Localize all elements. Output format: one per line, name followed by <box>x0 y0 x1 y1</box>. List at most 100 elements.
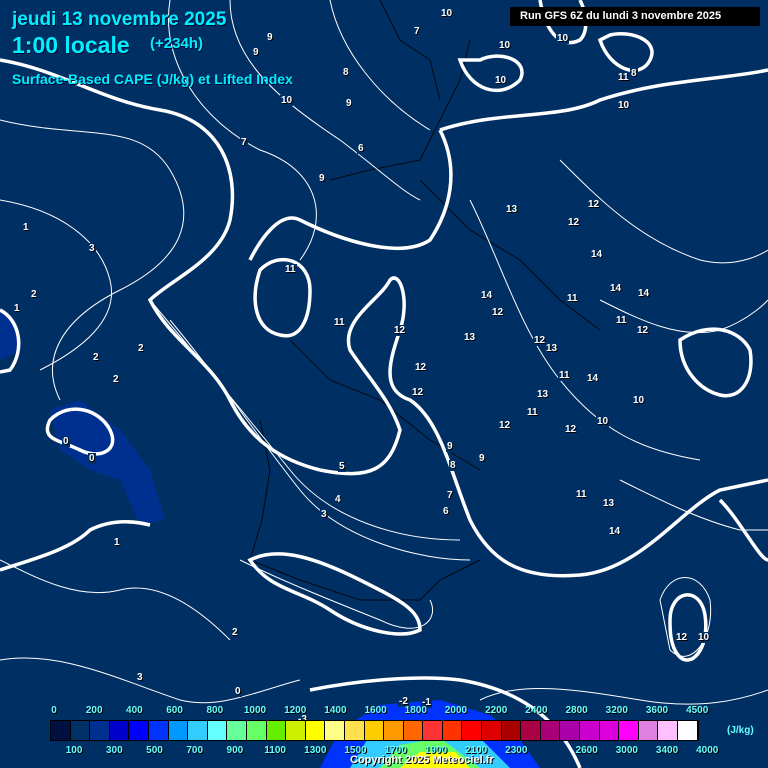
lifted-index-label: 7 <box>446 490 454 501</box>
legend-label-bottom: 3000 <box>615 745 638 756</box>
lifted-index-label: 2 <box>137 343 145 354</box>
lifted-index-label: 7 <box>240 137 248 148</box>
lifted-index-label: 10 <box>280 95 294 106</box>
lifted-index-label: 9 <box>252 47 260 58</box>
lifted-index-label: 9 <box>478 453 486 464</box>
lifted-index-label: 10 <box>556 33 570 44</box>
legend-swatch <box>678 721 698 740</box>
legend-swatch <box>129 721 149 740</box>
legend-swatch <box>246 721 267 740</box>
legend-label-bottom: 900 <box>226 745 244 756</box>
legend-label-top: 2200 <box>485 705 508 716</box>
legend-label-top: 1800 <box>404 705 427 716</box>
lifted-index-label: 2 <box>231 627 239 638</box>
lifted-index-label: 9 <box>266 32 274 43</box>
legend-label-top: 1200 <box>284 705 307 716</box>
legend-label-bottom: 1100 <box>264 745 286 756</box>
lifted-index-label: 10 <box>498 40 512 51</box>
legend-swatch <box>90 721 110 740</box>
lifted-index-label: 10 <box>632 395 646 406</box>
lifted-index-label: 14 <box>480 290 494 301</box>
legend-swatch <box>364 721 385 740</box>
legend-swatch <box>286 721 306 740</box>
lifted-index-label: 13 <box>463 332 477 343</box>
legend-unit: (J/kg) <box>727 725 754 736</box>
lifted-index-label: 3 <box>320 509 328 520</box>
lifted-index-label: 8 <box>630 68 638 79</box>
legend-label-bottom: 2600 <box>575 745 598 756</box>
parameter-title: Surface-Based CAPE (J/kg) et Lifted Inde… <box>12 71 293 87</box>
legend-label-top: 1600 <box>364 705 387 716</box>
legend-label-top: 800 <box>206 705 224 716</box>
lifted-index-label: 2 <box>30 289 38 300</box>
legend-label-top: 0 <box>51 705 57 716</box>
legend-swatch <box>51 721 71 740</box>
lifted-index-label: 11 <box>575 489 588 500</box>
lifted-index-label: 11 <box>617 72 630 83</box>
cape-color-legend <box>50 720 699 741</box>
forecast-date: jeudi 13 novembre 2025 <box>12 9 227 30</box>
lifted-index-label: 14 <box>608 526 622 537</box>
legend-label-bottom: 700 <box>186 745 204 756</box>
lifted-index-label: 12 <box>414 362 428 373</box>
lifted-index-label: 2 <box>112 374 120 385</box>
lifted-index-label: 12 <box>491 307 505 318</box>
lifted-index-label: 11 <box>615 315 628 326</box>
lifted-index-label: 10 <box>596 416 610 427</box>
legend-swatch <box>540 721 561 740</box>
lifted-index-label: 0 <box>234 686 242 697</box>
legend-swatch <box>266 721 287 740</box>
lifted-index-label: 12 <box>567 217 581 228</box>
lifted-index-label: 3 <box>88 243 96 254</box>
legend-swatch <box>482 721 502 740</box>
legend-swatch <box>109 721 130 740</box>
lifted-index-label: 12 <box>564 424 578 435</box>
legend-swatch <box>384 721 404 740</box>
lifted-index-label: 14 <box>586 373 600 384</box>
lifted-index-label: 3 <box>136 672 144 683</box>
legend-label-top: 2400 <box>525 705 548 716</box>
lifted-index-label: 9 <box>446 441 454 452</box>
legend-label-bottom: 100 <box>65 745 83 756</box>
legend-label-top: 1000 <box>243 705 267 716</box>
lifted-index-label: 11 <box>284 264 297 275</box>
legend-swatch <box>442 721 463 740</box>
legend-swatch <box>599 721 620 740</box>
lifted-index-label: 14 <box>590 249 604 260</box>
legend-swatch <box>305 721 326 740</box>
legend-label-bottom: 500 <box>146 745 163 756</box>
legend-label-top: 3600 <box>645 705 669 716</box>
lifted-index-label: 1 <box>113 537 121 548</box>
lifted-index-label: 9 <box>345 98 353 109</box>
legend-label-bottom: 4000 <box>696 745 719 756</box>
legend-swatch <box>521 721 541 740</box>
legend-swatch <box>188 721 208 740</box>
legend-swatch <box>501 721 522 740</box>
legend-label-bottom: 1300 <box>304 745 327 756</box>
lifted-index-label: 10 <box>617 100 631 111</box>
lifted-index-label: 8 <box>449 460 457 471</box>
legend-label-top: 4500 <box>686 705 709 716</box>
legend-swatch <box>168 721 189 740</box>
lifted-index-label: 6 <box>442 506 450 517</box>
lifted-index-label: 11 <box>566 293 579 304</box>
legend-label-bottom: 3400 <box>655 745 679 756</box>
lifted-index-label: 1 <box>22 222 30 233</box>
lifted-index-label: 4 <box>334 494 342 505</box>
lifted-index-label: 11 <box>333 317 346 328</box>
lifted-index-label: 13 <box>536 389 550 400</box>
lifted-index-label: 11 <box>558 370 571 381</box>
legend-swatch <box>207 721 228 740</box>
legend-label-bottom: 300 <box>105 745 123 756</box>
forecast-lead-time: (+234h) <box>150 35 203 52</box>
legend-label-top: 600 <box>166 705 183 716</box>
legend-label-top: 1400 <box>324 705 347 716</box>
forecast-local-time: 1:00 locale <box>12 32 130 58</box>
model-run-info: Run GFS 6Z du lundi 3 novembre 2025 <box>510 7 760 26</box>
lifted-index-label: 13 <box>505 204 519 215</box>
lifted-index-label: 2 <box>92 352 100 363</box>
lifted-index-label: 10 <box>494 75 508 86</box>
legend-swatch <box>227 721 247 740</box>
legend-label-top: 2000 <box>444 705 468 716</box>
legend-swatch <box>638 721 659 740</box>
